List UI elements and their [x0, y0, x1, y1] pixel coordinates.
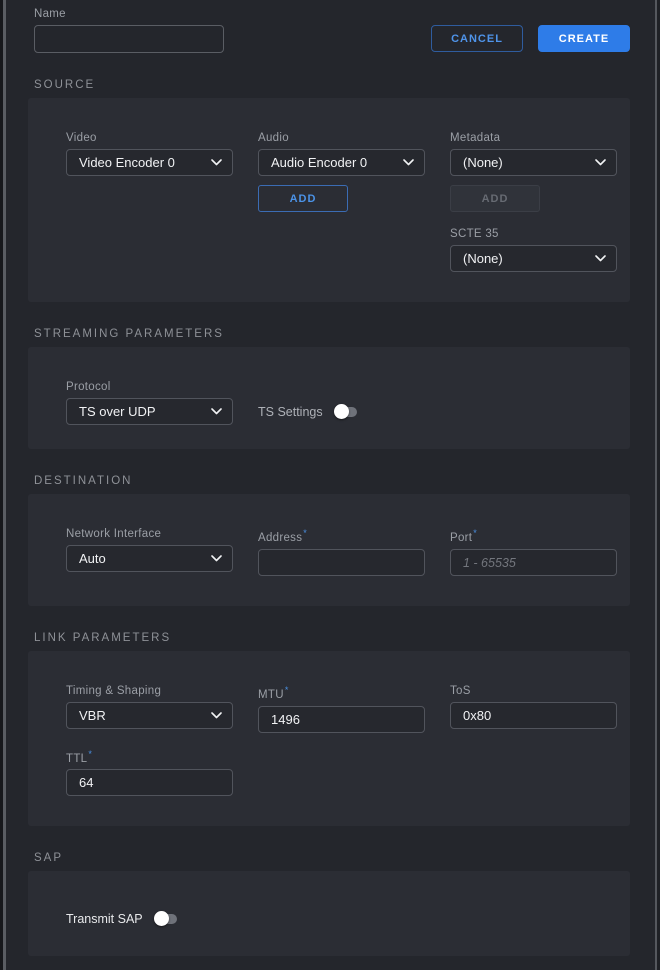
section-streaming-parameters: STREAMING PARAMETERS Protocol TS over UD…: [28, 328, 630, 449]
toggle-knob: [154, 911, 169, 926]
add-audio-button[interactable]: ADD: [258, 185, 348, 212]
section-destination: DESTINATION Network Interface Auto Addre: [28, 475, 630, 606]
required-marker: *: [88, 749, 92, 759]
section-source: SOURCE Video Video Encoder 0 Audio: [28, 79, 630, 302]
metadata-select[interactable]: (None): [450, 149, 617, 176]
network-interface-label: Network Interface: [66, 528, 233, 540]
form-header: Name CANCEL CREATE: [28, 0, 630, 53]
section-link-parameters: LINK PARAMETERS Timing & Shaping VBR MTU: [28, 632, 630, 827]
port-label: Port*: [450, 528, 617, 544]
tos-input[interactable]: [450, 702, 617, 729]
audio-select[interactable]: Audio Encoder 0: [258, 149, 425, 176]
network-interface-select-value: Auto: [79, 551, 106, 566]
protocol-select[interactable]: TS over UDP: [66, 398, 233, 425]
section-sap: SAP Transmit SAP: [28, 852, 630, 956]
metadata-select-value: (None): [463, 155, 503, 170]
mtu-input[interactable]: [258, 706, 425, 733]
required-marker: *: [303, 528, 307, 538]
chevron-down-icon: [595, 255, 606, 262]
chevron-down-icon: [403, 159, 414, 166]
toggle-knob: [334, 404, 349, 419]
create-button[interactable]: CREATE: [538, 25, 630, 52]
sap-section-title: SAP: [34, 852, 630, 864]
window-left-border: [3, 0, 6, 970]
network-interface-select[interactable]: Auto: [66, 545, 233, 572]
audio-select-value: Audio Encoder 0: [271, 155, 367, 170]
cancel-button[interactable]: CANCEL: [431, 25, 523, 52]
destination-section-title: DESTINATION: [34, 475, 630, 487]
required-marker: *: [285, 685, 289, 695]
port-input[interactable]: [450, 549, 617, 576]
video-label: Video: [66, 132, 233, 144]
scte35-label: SCTE 35: [450, 228, 617, 240]
mtu-label: MTU*: [258, 685, 425, 701]
source-section-title: SOURCE: [34, 79, 630, 91]
transmit-sap-toggle[interactable]: [155, 914, 177, 924]
name-label: Name: [34, 8, 630, 20]
streaming-section-title: STREAMING PARAMETERS: [34, 328, 630, 340]
link-section-title: LINK PARAMETERS: [34, 632, 630, 644]
chevron-down-icon: [211, 712, 222, 719]
video-select[interactable]: Video Encoder 0: [66, 149, 233, 176]
audio-label: Audio: [258, 132, 425, 144]
required-marker: *: [473, 528, 477, 538]
scte35-select-value: (None): [463, 251, 503, 266]
address-label: Address*: [258, 528, 425, 544]
protocol-label: Protocol: [66, 381, 233, 393]
address-input[interactable]: [258, 549, 425, 576]
ts-settings-label: TS Settings: [258, 405, 323, 419]
add-metadata-button: ADD: [450, 185, 540, 212]
chevron-down-icon: [211, 159, 222, 166]
protocol-select-value: TS over UDP: [79, 404, 156, 419]
timing-shaping-label: Timing & Shaping: [66, 685, 233, 697]
transmit-sap-label: Transmit SAP: [66, 912, 143, 926]
name-input[interactable]: [34, 25, 224, 53]
metadata-label: Metadata: [450, 132, 617, 144]
video-select-value: Video Encoder 0: [79, 155, 175, 170]
tos-label: ToS: [450, 685, 617, 697]
create-output-form: Name CANCEL CREATE SOURCE Video Video En…: [0, 0, 660, 970]
ts-settings-toggle[interactable]: [335, 407, 357, 417]
ttl-label: TTL*: [66, 749, 233, 765]
timing-shaping-select-value: VBR: [79, 708, 106, 723]
ttl-input[interactable]: [66, 769, 233, 796]
chevron-down-icon: [211, 555, 222, 562]
chevron-down-icon: [211, 408, 222, 415]
scte35-select[interactable]: (None): [450, 245, 617, 272]
timing-shaping-select[interactable]: VBR: [66, 702, 233, 729]
chevron-down-icon: [595, 159, 606, 166]
